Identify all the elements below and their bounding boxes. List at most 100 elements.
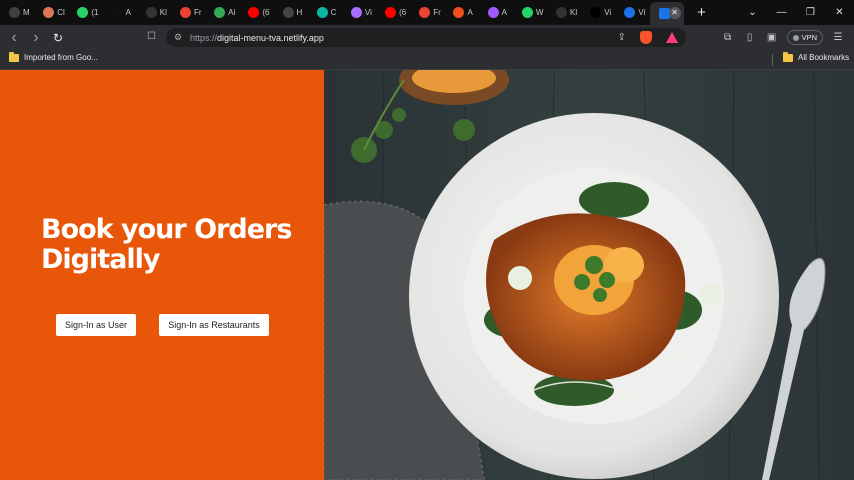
tab-label: Vi xyxy=(638,8,646,17)
window-controls: ⌄ — ❐ ✕ xyxy=(738,0,854,25)
tab-item[interactable]: (1 xyxy=(68,0,102,25)
site-info-icon[interactable]: ⚙ xyxy=(174,32,186,43)
notion-icon xyxy=(282,7,294,18)
tab-label: Cl xyxy=(57,8,65,17)
sidebar-icon[interactable]: ▯ xyxy=(743,32,757,43)
url-text[interactable]: https://digital-menu-tva.netlify.app xyxy=(190,33,324,43)
hero-panel: Book your Orders Digitally Sign-In as Us… xyxy=(0,70,324,480)
vpn-status-icon xyxy=(792,34,799,41)
tab-label: Kl xyxy=(159,8,167,17)
tab-label: H xyxy=(296,8,303,17)
tab-label: A xyxy=(125,8,131,17)
tab-item[interactable]: (6 xyxy=(239,0,273,25)
signin-restaurant-button[interactable]: Sign-In as Restaurants xyxy=(159,314,269,336)
bookmark-folder-all[interactable]: All Bookmarks xyxy=(783,51,849,62)
figma-icon xyxy=(487,7,499,18)
restore-button[interactable]: ❐ xyxy=(796,7,825,18)
tab-label: Vi xyxy=(604,8,612,17)
tab-label: A xyxy=(501,8,507,17)
tab-label: (6 xyxy=(399,8,407,17)
hero-headline: Book your Orders Digitally xyxy=(41,214,292,275)
share-icon[interactable]: ⇪ xyxy=(618,32,626,43)
tab-label: (1 xyxy=(91,8,99,17)
wallet-icon[interactable]: ▣ xyxy=(765,32,779,43)
tab-label: Kl xyxy=(570,8,578,17)
tab-item[interactable]: Kl xyxy=(137,0,171,25)
tab-item[interactable]: Cl xyxy=(34,0,68,25)
food-image xyxy=(324,70,854,480)
tab-label: A xyxy=(467,8,473,17)
tab-item[interactable]: Fr xyxy=(410,0,444,25)
bookmarks-bar: Imported from Goo... All Bookmarks xyxy=(0,50,854,70)
youtube-icon xyxy=(385,7,397,18)
whatsapp-icon xyxy=(77,7,89,18)
vercel-icon xyxy=(590,7,602,18)
tab-label: W xyxy=(535,8,544,17)
chrome-icon xyxy=(9,7,20,18)
close-tab-icon[interactable]: ✕ xyxy=(668,7,681,19)
tab-item[interactable]: C xyxy=(308,0,342,25)
close-window-button[interactable]: ✕ xyxy=(825,7,854,18)
extensions-icon[interactable]: ⧉ xyxy=(721,32,735,43)
minimize-button[interactable]: — xyxy=(767,7,796,18)
tab-active[interactable]: Vi ✕ xyxy=(649,2,684,25)
food-photo xyxy=(324,70,854,480)
tab-search-icon[interactable]: ⌄ xyxy=(738,7,767,18)
whatsapp-icon xyxy=(521,7,533,18)
github-icon xyxy=(556,7,567,18)
tab-item[interactable]: Fr xyxy=(171,0,205,25)
brave-rewards-icon[interactable] xyxy=(666,32,678,43)
tab-item[interactable]: W xyxy=(513,0,547,25)
tab-item[interactable]: A xyxy=(103,0,137,25)
brave-shields-icon[interactable] xyxy=(640,31,652,44)
menu-icon[interactable]: ☰ xyxy=(831,32,845,43)
folder-icon xyxy=(783,51,793,62)
reload-button[interactable]: ↻ xyxy=(47,31,69,45)
tab-item[interactable]: A xyxy=(479,0,513,25)
tab-item[interactable]: H xyxy=(274,0,308,25)
youtube-icon xyxy=(248,7,260,18)
folder-icon xyxy=(9,51,19,62)
tab-item[interactable]: A xyxy=(444,0,478,25)
back-button[interactable]: ‹ xyxy=(3,29,25,47)
codeium-icon xyxy=(316,7,328,18)
ai-icon xyxy=(111,7,123,18)
tab-item[interactable]: (6 xyxy=(376,0,410,25)
figma-icon xyxy=(453,7,465,18)
tab-item[interactable]: Vi xyxy=(581,0,615,25)
tab-item[interactable]: Ai xyxy=(205,0,239,25)
vue-icon xyxy=(658,8,670,19)
browser-toolbar: ‹ › ↻ ☐ ⚙ https://digital-menu-tva.netli… xyxy=(0,25,854,50)
tab-label: Fr xyxy=(193,8,202,17)
vite-icon xyxy=(350,7,362,18)
claude-icon xyxy=(43,7,55,18)
gmail-icon xyxy=(419,7,431,18)
new-tab-button[interactable]: + xyxy=(693,4,711,21)
vpn-button[interactable]: VPN xyxy=(786,30,823,45)
toolbar-right: ⧉ ▯ ▣ VPN ☰ xyxy=(721,25,854,50)
omnibox-actions: ⇪ xyxy=(618,31,678,44)
bookmarks-divider xyxy=(772,54,773,66)
github-icon xyxy=(145,7,157,18)
tab-strip: M Cl (1 A Kl Fr Ai (6 H C Vi (6 Fr A A W Kl Vi Vi Vi ✕ + ⌄… xyxy=(0,0,854,25)
tab-item[interactable]: M xyxy=(0,0,34,25)
tab-item[interactable]: Vi xyxy=(615,0,649,25)
tab-label: (6 xyxy=(262,8,270,17)
page-content: Book your Orders Digitally Sign-In as Us… xyxy=(0,70,854,480)
tab-label: Fr xyxy=(433,8,441,17)
tab-label: Vi xyxy=(364,8,372,17)
bookmark-folder-imported[interactable]: Imported from Goo... xyxy=(9,51,98,62)
signin-user-button[interactable]: Sign-In as User xyxy=(56,314,136,336)
forward-button[interactable]: › xyxy=(25,29,47,47)
tab-item[interactable]: Vi xyxy=(342,0,376,25)
tab-label: C xyxy=(330,8,337,17)
bookmark-icon[interactable]: ☐ xyxy=(147,31,156,42)
gmail-icon xyxy=(179,7,191,18)
spark-icon xyxy=(214,7,226,18)
tab-label: Ai xyxy=(228,8,236,17)
tab-item[interactable]: Kl xyxy=(547,0,581,25)
address-bar[interactable]: ⚙ https://digital-menu-tva.netlify.app ⇪ xyxy=(166,28,686,47)
docs-icon xyxy=(624,7,636,18)
tab-label: M xyxy=(23,8,30,17)
tab-list: M Cl (1 A Kl Fr Ai (6 H C Vi (6 Fr A A W Kl Vi Vi xyxy=(0,0,650,25)
